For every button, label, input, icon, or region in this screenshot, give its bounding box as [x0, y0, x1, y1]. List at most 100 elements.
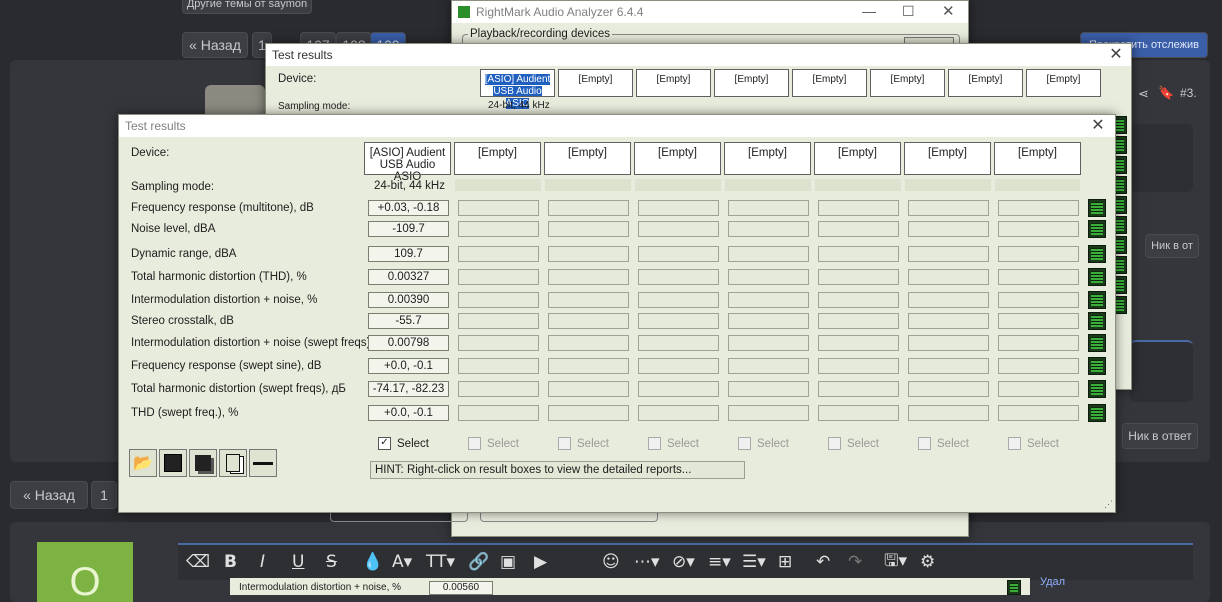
- result-value-empty[interactable]: [548, 335, 629, 351]
- device-slot[interactable]: [Empty]: [558, 69, 633, 97]
- result-value-empty[interactable]: [548, 269, 629, 285]
- result-value-empty[interactable]: [638, 292, 719, 308]
- result-value-empty[interactable]: [728, 381, 809, 397]
- maximize-button[interactable]: ☐: [902, 3, 915, 20]
- result-value-empty[interactable]: [548, 358, 629, 374]
- more-icon[interactable]: ⋯▾: [634, 551, 660, 573]
- share-icon[interactable]: ⋖: [1138, 86, 1149, 102]
- result-value-empty[interactable]: [818, 200, 899, 216]
- device-slot[interactable]: [Empty]: [870, 69, 945, 97]
- result-value-empty[interactable]: [908, 313, 989, 329]
- result-value-empty[interactable]: [908, 246, 989, 262]
- select-checkbox[interactable]: Select: [738, 437, 789, 450]
- result-value[interactable]: +0.0, -0.1: [368, 405, 449, 421]
- list-icon[interactable]: ☰▾: [742, 551, 766, 573]
- result-value-empty[interactable]: [908, 292, 989, 308]
- result-value-empty[interactable]: [998, 358, 1079, 374]
- device-slot[interactable]: [Empty]: [634, 142, 721, 175]
- select-checkbox[interactable]: Select: [468, 437, 519, 450]
- align-icon[interactable]: ≡▾: [708, 551, 731, 573]
- result-value[interactable]: +0.0, -0.1: [368, 358, 449, 374]
- result-value-empty[interactable]: [458, 358, 539, 374]
- select-checkbox[interactable]: ✓ Select: [378, 437, 429, 450]
- report-icon[interactable]: [1088, 245, 1106, 263]
- back-button-bottom[interactable]: « Назад: [10, 481, 88, 509]
- result-value-empty[interactable]: [458, 221, 539, 237]
- font-color-icon[interactable]: A▾: [392, 551, 412, 573]
- report-icon[interactable]: [1088, 268, 1106, 286]
- post-number[interactable]: #3.: [1180, 86, 1197, 100]
- result-value-empty[interactable]: [818, 246, 899, 262]
- result-value-empty[interactable]: [818, 358, 899, 374]
- bold-icon[interactable]: B: [224, 551, 237, 573]
- result-value-empty[interactable]: [998, 381, 1079, 397]
- result-value-empty[interactable]: [638, 269, 719, 285]
- result-value[interactable]: +0.03, -0.18: [368, 200, 449, 216]
- result-value-empty[interactable]: [818, 269, 899, 285]
- bookmark-icon[interactable]: 🔖: [1158, 85, 1174, 101]
- save-as-button[interactable]: [189, 449, 217, 477]
- result-value-empty[interactable]: [458, 313, 539, 329]
- close-button[interactable]: ✕: [942, 2, 955, 20]
- select-checkbox[interactable]: Select: [648, 437, 699, 450]
- device-slot[interactable]: [Empty]: [714, 69, 789, 97]
- result-value-empty[interactable]: [818, 221, 899, 237]
- report-icon[interactable]: [1088, 199, 1106, 217]
- report-icon[interactable]: [1088, 291, 1106, 309]
- remove-button[interactable]: [249, 449, 277, 477]
- other-topics-link[interactable]: Другие темы от saymon: [182, 0, 312, 14]
- result-value-empty[interactable]: [818, 381, 899, 397]
- result-value-empty[interactable]: [548, 292, 629, 308]
- table-icon[interactable]: ⊞: [778, 551, 792, 573]
- result-value-empty[interactable]: [908, 335, 989, 351]
- result-value[interactable]: 0.00798: [368, 335, 449, 351]
- device-slot[interactable]: [Empty]: [544, 142, 631, 175]
- strikethrough-icon[interactable]: S: [326, 551, 337, 573]
- color-drop-icon[interactable]: 💧: [362, 551, 383, 573]
- report-icon[interactable]: [1007, 580, 1021, 595]
- close-button[interactable]: ✕: [1107, 46, 1125, 64]
- result-value-empty[interactable]: [548, 221, 629, 237]
- result-value[interactable]: -55.7: [368, 313, 449, 329]
- result-value-empty[interactable]: [458, 335, 539, 351]
- result-value-empty[interactable]: [908, 200, 989, 216]
- open-folder-button[interactable]: 📂: [129, 449, 157, 477]
- select-checkbox[interactable]: Select: [1008, 437, 1059, 450]
- device-slot[interactable]: [Empty]: [636, 69, 711, 97]
- delete-link[interactable]: Удал: [1040, 576, 1065, 588]
- report-icon[interactable]: [1088, 404, 1106, 422]
- italic-icon[interactable]: I: [260, 551, 265, 573]
- result-value-empty[interactable]: [818, 313, 899, 329]
- result-value-empty[interactable]: [638, 381, 719, 397]
- result-value-empty[interactable]: [638, 221, 719, 237]
- result-value-empty[interactable]: [638, 405, 719, 421]
- result-value-empty[interactable]: [998, 246, 1079, 262]
- report-icon[interactable]: [1088, 312, 1106, 330]
- select-checkbox[interactable]: Select: [558, 437, 609, 450]
- result-value-empty[interactable]: [638, 313, 719, 329]
- result-value-empty[interactable]: [548, 405, 629, 421]
- minimize-button[interactable]: —: [862, 3, 876, 19]
- report-icon[interactable]: [1088, 380, 1106, 398]
- resize-grip-icon[interactable]: ⋰: [1104, 499, 1113, 510]
- result-value-empty[interactable]: [638, 246, 719, 262]
- result-value-empty[interactable]: [998, 221, 1079, 237]
- result-value[interactable]: 109.7: [368, 246, 449, 262]
- quote-reply-button-1[interactable]: Ник в от: [1145, 234, 1199, 258]
- underline-icon[interactable]: U: [292, 551, 304, 573]
- result-value-empty[interactable]: [728, 292, 809, 308]
- result-value-empty[interactable]: [728, 246, 809, 262]
- report-icon[interactable]: [1088, 357, 1106, 375]
- back-button-top[interactable]: « Назад: [182, 32, 248, 58]
- result-value-empty[interactable]: [908, 405, 989, 421]
- report-icon[interactable]: [1088, 220, 1106, 238]
- result-value-empty[interactable]: [908, 221, 989, 237]
- result-value-empty[interactable]: [548, 381, 629, 397]
- result-value-empty[interactable]: [548, 246, 629, 262]
- eraser-icon[interactable]: ⌫: [186, 551, 210, 573]
- result-value-empty[interactable]: [998, 405, 1079, 421]
- settings-icon[interactable]: ⚙: [920, 551, 935, 573]
- result-value-empty[interactable]: [908, 381, 989, 397]
- copy-button[interactable]: [219, 449, 247, 477]
- font-size-icon[interactable]: TT▾: [426, 551, 455, 573]
